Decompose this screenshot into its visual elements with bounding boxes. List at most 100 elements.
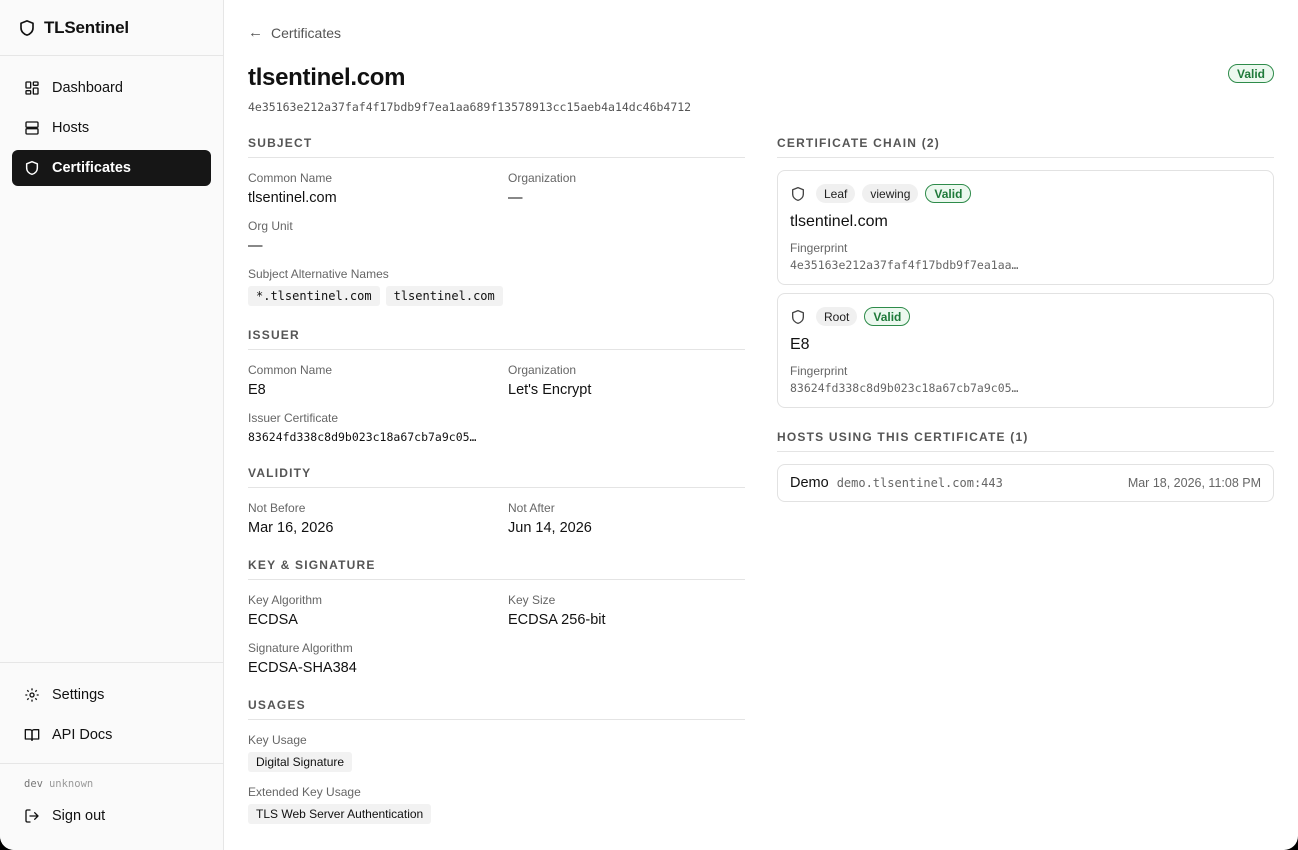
chain-role-pill: Root bbox=[816, 307, 858, 326]
sidebar: TLSentinel Dashboard Hosts Certificates bbox=[0, 0, 224, 850]
shield-icon bbox=[790, 309, 806, 325]
field-label: Issuer Certificate bbox=[248, 411, 339, 425]
usages-section: Usages Key Usage Digital Signature Exten… bbox=[248, 698, 745, 824]
sidebar-item-api-docs[interactable]: API Docs bbox=[12, 717, 211, 753]
subject-section: Subject Common Name tlsentinel.com Organ… bbox=[248, 136, 745, 306]
details-column: Subject Common Name tlsentinel.com Organ… bbox=[248, 136, 745, 824]
section-heading: Hosts Using This Certificate (1) bbox=[777, 430, 1274, 452]
chain-cert-name: E8 bbox=[790, 336, 810, 353]
certificate-hash: 4e35163e212a37faf4f17bdb9f7ea1aa689f1357… bbox=[248, 100, 692, 114]
field-label: Key Usage bbox=[248, 733, 307, 747]
dashboard-icon bbox=[24, 80, 40, 96]
chain-cert-name: tlsentinel.com bbox=[790, 213, 888, 230]
back-link[interactable]: ← Certificates bbox=[248, 24, 341, 41]
status-badge: Valid bbox=[925, 184, 972, 203]
host-row[interactable]: Demo demo.tlsentinel.com:443 Mar 18, 202… bbox=[777, 464, 1274, 502]
section-heading: Issuer bbox=[248, 328, 745, 350]
sidebar-item-label: API Docs bbox=[52, 727, 113, 743]
field-label: Signature Algorithm bbox=[248, 641, 353, 655]
issuer-common-name: E8 bbox=[248, 382, 266, 398]
key-algorithm-value: ECDSA bbox=[248, 612, 298, 628]
status-badge: Valid bbox=[1227, 64, 1274, 83]
sign-out-icon bbox=[24, 808, 40, 824]
field-label: Organization bbox=[508, 171, 577, 185]
fingerprint-label: Fingerprint bbox=[790, 241, 848, 255]
fingerprint-label: Fingerprint bbox=[790, 364, 848, 378]
field-label: Extended Key Usage bbox=[248, 785, 361, 799]
section-heading: Usages bbox=[248, 698, 745, 720]
subject-common-name: tlsentinel.com bbox=[248, 190, 337, 206]
not-after-value: Jun 14, 2026 bbox=[508, 520, 592, 536]
key-size-value: ECDSA 256-bit bbox=[508, 612, 606, 628]
san-chip: tlsentinel.com bbox=[385, 286, 503, 306]
shield-icon bbox=[24, 160, 40, 176]
sign-out-button[interactable]: Sign out bbox=[12, 798, 211, 834]
host-date: Mar 18, 2026, 11:08 PM bbox=[1127, 476, 1261, 490]
brand[interactable]: TLSentinel bbox=[0, 0, 223, 56]
page-title: tlsentinel.com bbox=[248, 64, 406, 91]
subject-org-unit: — bbox=[248, 238, 263, 254]
issuer-certificate-link[interactable]: 83624fd338c8d9b023c18a67cb7a9c05… bbox=[248, 430, 745, 444]
not-before-value: Mar 16, 2026 bbox=[248, 520, 334, 536]
section-heading: Validity bbox=[248, 466, 745, 488]
ext-key-usage-chip: TLS Web Server Authentication bbox=[248, 804, 432, 824]
field-label: Not Before bbox=[248, 501, 306, 515]
shield-icon bbox=[790, 186, 806, 202]
field-label: Org Unit bbox=[248, 219, 293, 233]
breadcrumb-label: Certificates bbox=[271, 24, 342, 41]
sign-out-label: Sign out bbox=[52, 808, 106, 824]
chain-card-leaf[interactable]: Leaf viewing Valid tlsentinel.com Finger… bbox=[777, 170, 1274, 285]
sidebar-item-dashboard[interactable]: Dashboard bbox=[12, 70, 211, 106]
main-content: ← Certificates tlsentinel.com Valid 4e35… bbox=[224, 0, 1298, 850]
signature-algorithm-value: ECDSA-SHA384 bbox=[248, 660, 357, 676]
server-icon bbox=[24, 120, 40, 136]
field-label: Common Name bbox=[248, 171, 333, 185]
host-name: Demo bbox=[790, 475, 829, 491]
chain-column: Certificate Chain (2) Leaf viewing Valid… bbox=[777, 136, 1274, 502]
sidebar-item-settings[interactable]: Settings bbox=[12, 677, 211, 713]
hosts-section: Hosts Using This Certificate (1) Demo de… bbox=[777, 430, 1274, 502]
status-badge-label: Valid bbox=[1227, 64, 1274, 83]
issuer-organization: Let's Encrypt bbox=[508, 382, 592, 398]
field-label: Organization bbox=[508, 363, 577, 377]
arrow-left-icon: ← bbox=[248, 24, 263, 41]
field-label: Key Algorithm bbox=[248, 593, 323, 607]
sidebar-item-label: Settings bbox=[52, 687, 105, 703]
sidebar-bottom-nav: Settings API Docs bbox=[0, 662, 223, 753]
version-value: unknown bbox=[48, 778, 94, 790]
app-window: TLSentinel Dashboard Hosts Certificates bbox=[0, 0, 1298, 850]
book-icon bbox=[24, 727, 40, 743]
section-heading: Subject bbox=[248, 136, 745, 158]
chain-role-pill: Leaf bbox=[816, 184, 856, 203]
section-heading: Certificate Chain (2) bbox=[777, 136, 1274, 158]
issuer-section: Issuer Common Name E8 Organization Let's… bbox=[248, 328, 745, 444]
version-info: dev unknown bbox=[12, 778, 211, 790]
sidebar-item-label: Certificates bbox=[52, 160, 131, 176]
sidebar-item-certificates[interactable]: Certificates bbox=[12, 150, 211, 186]
key-signature-section: Key & Signature Key Algorithm ECDSA Key … bbox=[248, 558, 745, 676]
app-name: TLSentinel bbox=[44, 17, 129, 37]
field-label: Subject Alternative Names bbox=[248, 267, 389, 281]
fingerprint-value: 4e35163e212a37faf4f17bdb9f7ea1aa… bbox=[790, 258, 1019, 272]
sidebar-item-label: Dashboard bbox=[52, 80, 123, 96]
certificate-chain-section: Certificate Chain (2) Leaf viewing Valid… bbox=[777, 136, 1274, 408]
host-address: demo.tlsentinel.com:443 bbox=[836, 476, 1003, 490]
sidebar-nav: Dashboard Hosts Certificates bbox=[0, 56, 223, 196]
sidebar-item-hosts[interactable]: Hosts bbox=[12, 110, 211, 146]
sidebar-item-label: Hosts bbox=[52, 120, 90, 136]
chain-card-root[interactable]: Root Valid E8 Fingerprint 83624fd338c8d9… bbox=[777, 293, 1274, 408]
viewing-pill: viewing bbox=[862, 184, 919, 203]
gear-icon bbox=[24, 687, 40, 703]
validity-section: Validity Not Before Mar 16, 2026 Not Aft… bbox=[248, 466, 745, 536]
field-label: Not After bbox=[508, 501, 555, 515]
status-badge: Valid bbox=[864, 307, 911, 326]
section-heading: Key & Signature bbox=[248, 558, 745, 580]
field-label: Key Size bbox=[508, 593, 556, 607]
version-env: dev bbox=[24, 778, 43, 790]
field-label: Common Name bbox=[248, 363, 333, 377]
subject-organization: — bbox=[508, 190, 523, 206]
key-usage-chip: Digital Signature bbox=[248, 752, 353, 772]
shield-icon bbox=[18, 19, 36, 37]
sidebar-footer: dev unknown Sign out bbox=[0, 763, 223, 834]
fingerprint-value: 83624fd338c8d9b023c18a67cb7a9c05… bbox=[790, 381, 1019, 395]
